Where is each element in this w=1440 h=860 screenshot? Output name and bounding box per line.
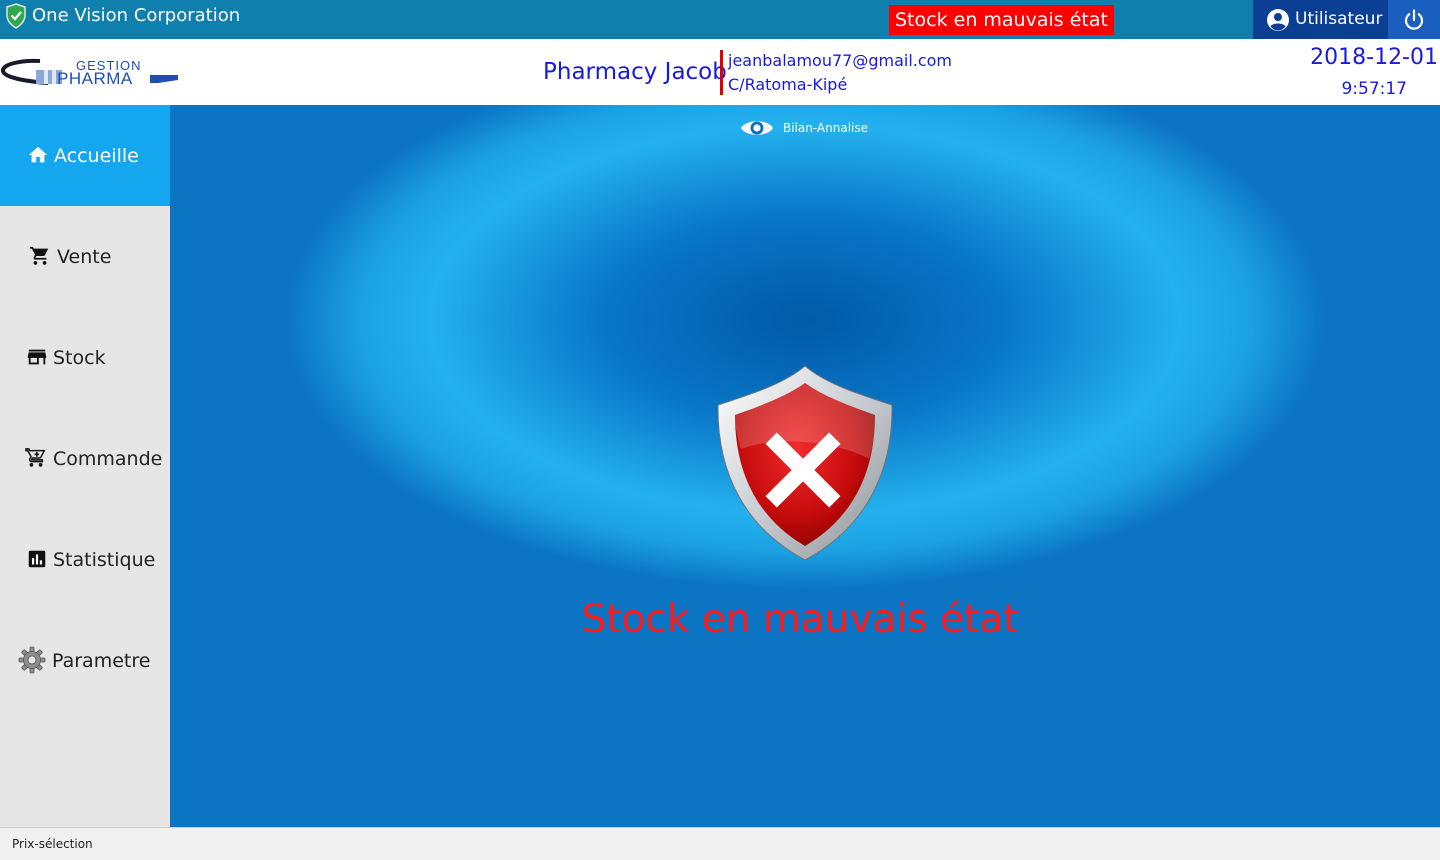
eye-icon[interactable] [740, 115, 774, 141]
account-circle-icon [1267, 9, 1289, 31]
sidebar-item-label: Stock [53, 347, 106, 369]
user-button-label: Utilisateur [1295, 9, 1383, 29]
header-divider [720, 50, 723, 95]
sidebar-item-commande[interactable]: Commande [0, 408, 170, 509]
sidebar-item-accueille[interactable]: Accueille [0, 105, 170, 206]
sidebar-item-parametre[interactable]: Parametre [0, 610, 170, 711]
sidebar-item-label: Accueille [54, 145, 139, 167]
sidebar-item-stock[interactable]: Stock [0, 307, 170, 408]
sidebar-item-label: Commande [53, 448, 163, 470]
gear-icon [18, 646, 46, 674]
power-icon [1404, 9, 1424, 30]
pharmacy-address: C/Ratoma-Kipé [728, 75, 848, 94]
sidebar-item-label: Vente [57, 246, 112, 268]
title-bar: One Vision Corporation Stock en mauvais … [0, 0, 1440, 39]
stock-status-message: Stock en mauvais état [581, 597, 1019, 642]
home-icon [28, 146, 48, 163]
pharmacy-email: jeanbalamou77@gmail.com [728, 51, 953, 70]
shield-check-icon [6, 3, 26, 29]
sidebar-item-label: Statistique [53, 549, 156, 571]
cart-icon [29, 246, 49, 265]
current-time: 9:57:17 [1341, 79, 1407, 99]
bilan-annalise-link[interactable]: Bilan-Annalise [783, 121, 868, 135]
gestion-pharma-logo: GESTION PHARMA [1, 58, 178, 88]
svg-text:PHARMA: PHARMA [57, 69, 133, 88]
header: GESTION PHARMA Pharmacy Jacob jeanbalamo… [0, 39, 1440, 105]
sidebar-item-vente[interactable]: Vente [0, 206, 170, 307]
user-button[interactable]: Utilisateur [1253, 0, 1388, 39]
sidebar-item-statistique[interactable]: Statistique [0, 509, 170, 610]
app-title: One Vision Corporation [32, 5, 241, 26]
shield-error-icon [717, 365, 893, 561]
sidebar: Accueille Vente Stock Commande Statistiq… [0, 105, 170, 827]
store-icon [27, 349, 47, 365]
cart-plus-icon [25, 448, 46, 467]
pharmacy-name: Pharmacy Jacob [543, 59, 727, 85]
sidebar-item-label: Parametre [52, 650, 151, 672]
status-bar-text: Prix-sélection [12, 837, 93, 851]
stock-alert-badge: Stock en mauvais état [889, 5, 1114, 35]
chart-icon [28, 550, 46, 568]
current-date: 2018-12-01 [1310, 45, 1438, 70]
main-panel: Bilan-Annalise Stock en mauvais état [170, 105, 1440, 827]
power-button[interactable] [1388, 0, 1440, 39]
status-bar: Prix-sélection [0, 827, 1440, 860]
